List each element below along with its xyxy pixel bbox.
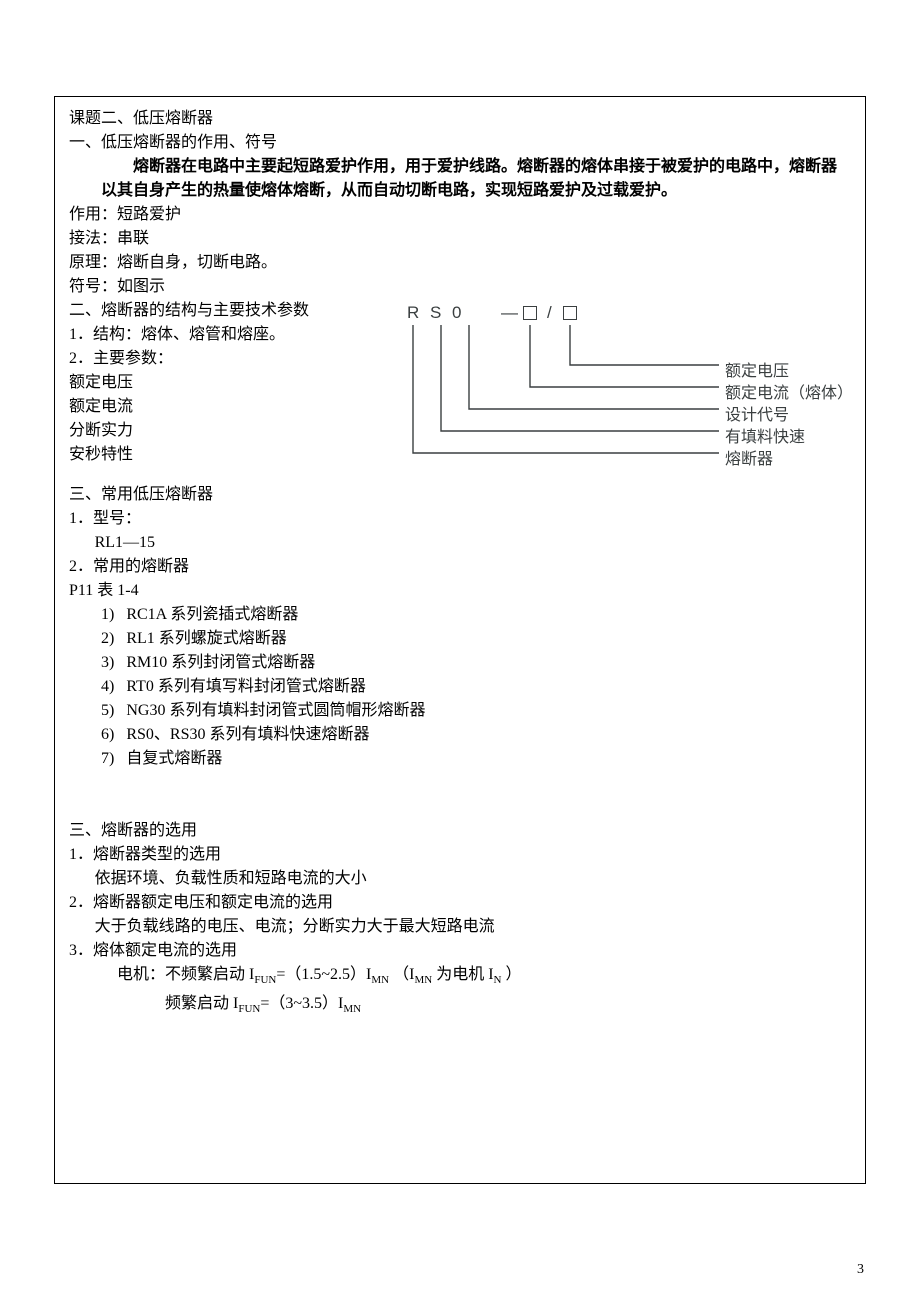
subscript: MN: [414, 974, 432, 986]
role-label: 作用：: [69, 206, 117, 223]
selection-3: 3．熔体额定电流的选用: [69, 939, 851, 963]
list-item: 3) RM10 系列封闭管式熔断器: [69, 651, 851, 675]
list-item-text: NG30 系列有填料封闭管式圆筒帽形熔断器: [126, 702, 425, 719]
list-item: 2) RL1 系列螺旋式熔断器: [69, 627, 851, 651]
section-1-heading: 一、低压熔断器的作用、符号: [69, 131, 851, 155]
formula-text: ）: [501, 966, 521, 983]
principle-line: 原理：熔断自身，切断电路。: [69, 251, 851, 275]
intro-text: 熔断器在电路中主要起短路爱护作用，用于爱护线路。熔断器的熔体串接于被爱护的电路中…: [101, 158, 837, 199]
model-heading: 1．型号：: [69, 507, 851, 531]
list-item: 6) RS0、RS30 系列有填料快速熔断器: [69, 723, 851, 747]
list-item-text: RL1 系列螺旋式熔断器: [126, 630, 286, 647]
subscript: FUN: [254, 974, 276, 986]
formula-text: =（3~3.5）I: [260, 995, 343, 1012]
code-diagram: R S 0 — / 额定电压 额定电流（熔体） 设计代号: [399, 303, 851, 473]
symbol-label: 符号：: [69, 278, 117, 295]
list-item-text: RM10 系列封闭管式熔断器: [126, 654, 315, 671]
symbol-value: 如图示: [117, 278, 165, 295]
model-value: RL1—15: [69, 531, 851, 555]
spacer: [69, 771, 851, 819]
formula-text: 为电机 I: [432, 966, 493, 983]
selection-1-detail: 依据环境、负载性质和短路电流的大小: [69, 867, 851, 891]
document-page: 课题二、低压熔断器 一、低压熔断器的作用、符号 熔断器在电路中主要起短路爱护作用…: [0, 0, 920, 1302]
connection-label: 接法：: [69, 230, 117, 247]
selection-1: 1．熔断器类型的选用: [69, 843, 851, 867]
diagram-label-5: 熔断器: [725, 445, 773, 469]
formula-text: 频繁启动 I: [165, 995, 238, 1012]
connection-value: 串联: [117, 230, 149, 247]
params-heading: 2．主要参数：: [69, 347, 399, 371]
structure-line: 1．结构：熔体、熔管和熔座。: [69, 323, 399, 347]
table-ref: P11 表 1-4: [69, 579, 851, 603]
param-1: 额定电压: [69, 371, 399, 395]
param-2: 额定电流: [69, 395, 399, 419]
list-item-text: RC1A 系列瓷插式熔断器: [126, 606, 298, 623]
list-item: 1) RC1A 系列瓷插式熔断器: [69, 603, 851, 627]
diagram-label-1: 额定电压: [725, 357, 789, 381]
motor-formula-1: 电机：不频繁启动 IFUN=（1.5~2.5）IMN （IMN 为电机 IN ）: [69, 963, 851, 992]
section-2-left: 二、熔断器的结构与主要技术参数 1．结构：熔体、熔管和熔座。 2．主要参数： 额…: [69, 299, 399, 467]
role-value: 短路爱护: [117, 206, 181, 223]
list-item-text: 自复式熔断器: [126, 750, 222, 767]
param-3: 分断实力: [69, 419, 399, 443]
diagram-label-2: 额定电流（熔体）: [725, 379, 851, 403]
symbol-line: 符号：如图示: [69, 275, 851, 299]
subscript: MN: [371, 974, 389, 986]
motor-formula-2: 频繁启动 IFUN=（3~3.5）IMN: [69, 992, 851, 1021]
page-number: 3: [857, 1262, 864, 1278]
list-item-text: RS0、RS30 系列有填料快速熔断器: [126, 726, 369, 743]
formula-text: 电机：不频繁启动 I: [117, 966, 254, 983]
list-item: 4) RT0 系列有填写料封闭管式熔断器: [69, 675, 851, 699]
list-item: 5) NG30 系列有填料封闭管式圆筒帽形熔断器: [69, 699, 851, 723]
section-2-heading: 二、熔断器的结构与主要技术参数: [69, 299, 399, 323]
section-3a-heading: 三、常用低压熔断器: [69, 483, 851, 507]
connection-line: 接法：串联: [69, 227, 851, 251]
content-frame: 课题二、低压熔断器 一、低压熔断器的作用、符号 熔断器在电路中主要起短路爱护作用…: [54, 96, 866, 1184]
common-fuses-heading: 2．常用的熔断器: [69, 555, 851, 579]
section-3b-heading: 三、熔断器的选用: [69, 819, 851, 843]
spacer: [69, 473, 851, 483]
section-2-row: 二、熔断器的结构与主要技术参数 1．结构：熔体、熔管和熔座。 2．主要参数： 额…: [69, 299, 851, 473]
param-4: 安秒特性: [69, 443, 399, 467]
diagram-label-3: 设计代号: [725, 401, 789, 425]
formula-text: （I: [389, 966, 414, 983]
formula-text: =（1.5~2.5）I: [276, 966, 371, 983]
diagram-label-4: 有填料快速: [725, 423, 805, 447]
list-item: 7) 自复式熔断器: [69, 747, 851, 771]
role-line: 作用：短路爱护: [69, 203, 851, 227]
list-item-text: RT0 系列有填写料封闭管式熔断器: [126, 678, 366, 695]
topic-title: 课题二、低压熔断器: [69, 107, 851, 131]
principle-label: 原理：: [69, 254, 117, 271]
selection-2-detail: 大于负载线路的电压、电流；分断实力大于最大短路电流: [69, 915, 851, 939]
intro-paragraph: 熔断器在电路中主要起短路爱护作用，用于爱护线路。熔断器的熔体串接于被爱护的电路中…: [69, 155, 851, 203]
subscript: FUN: [238, 1003, 260, 1015]
selection-2: 2．熔断器额定电压和额定电流的选用: [69, 891, 851, 915]
subscript: MN: [343, 1003, 361, 1015]
principle-value: 熔断自身，切断电路。: [117, 254, 277, 271]
